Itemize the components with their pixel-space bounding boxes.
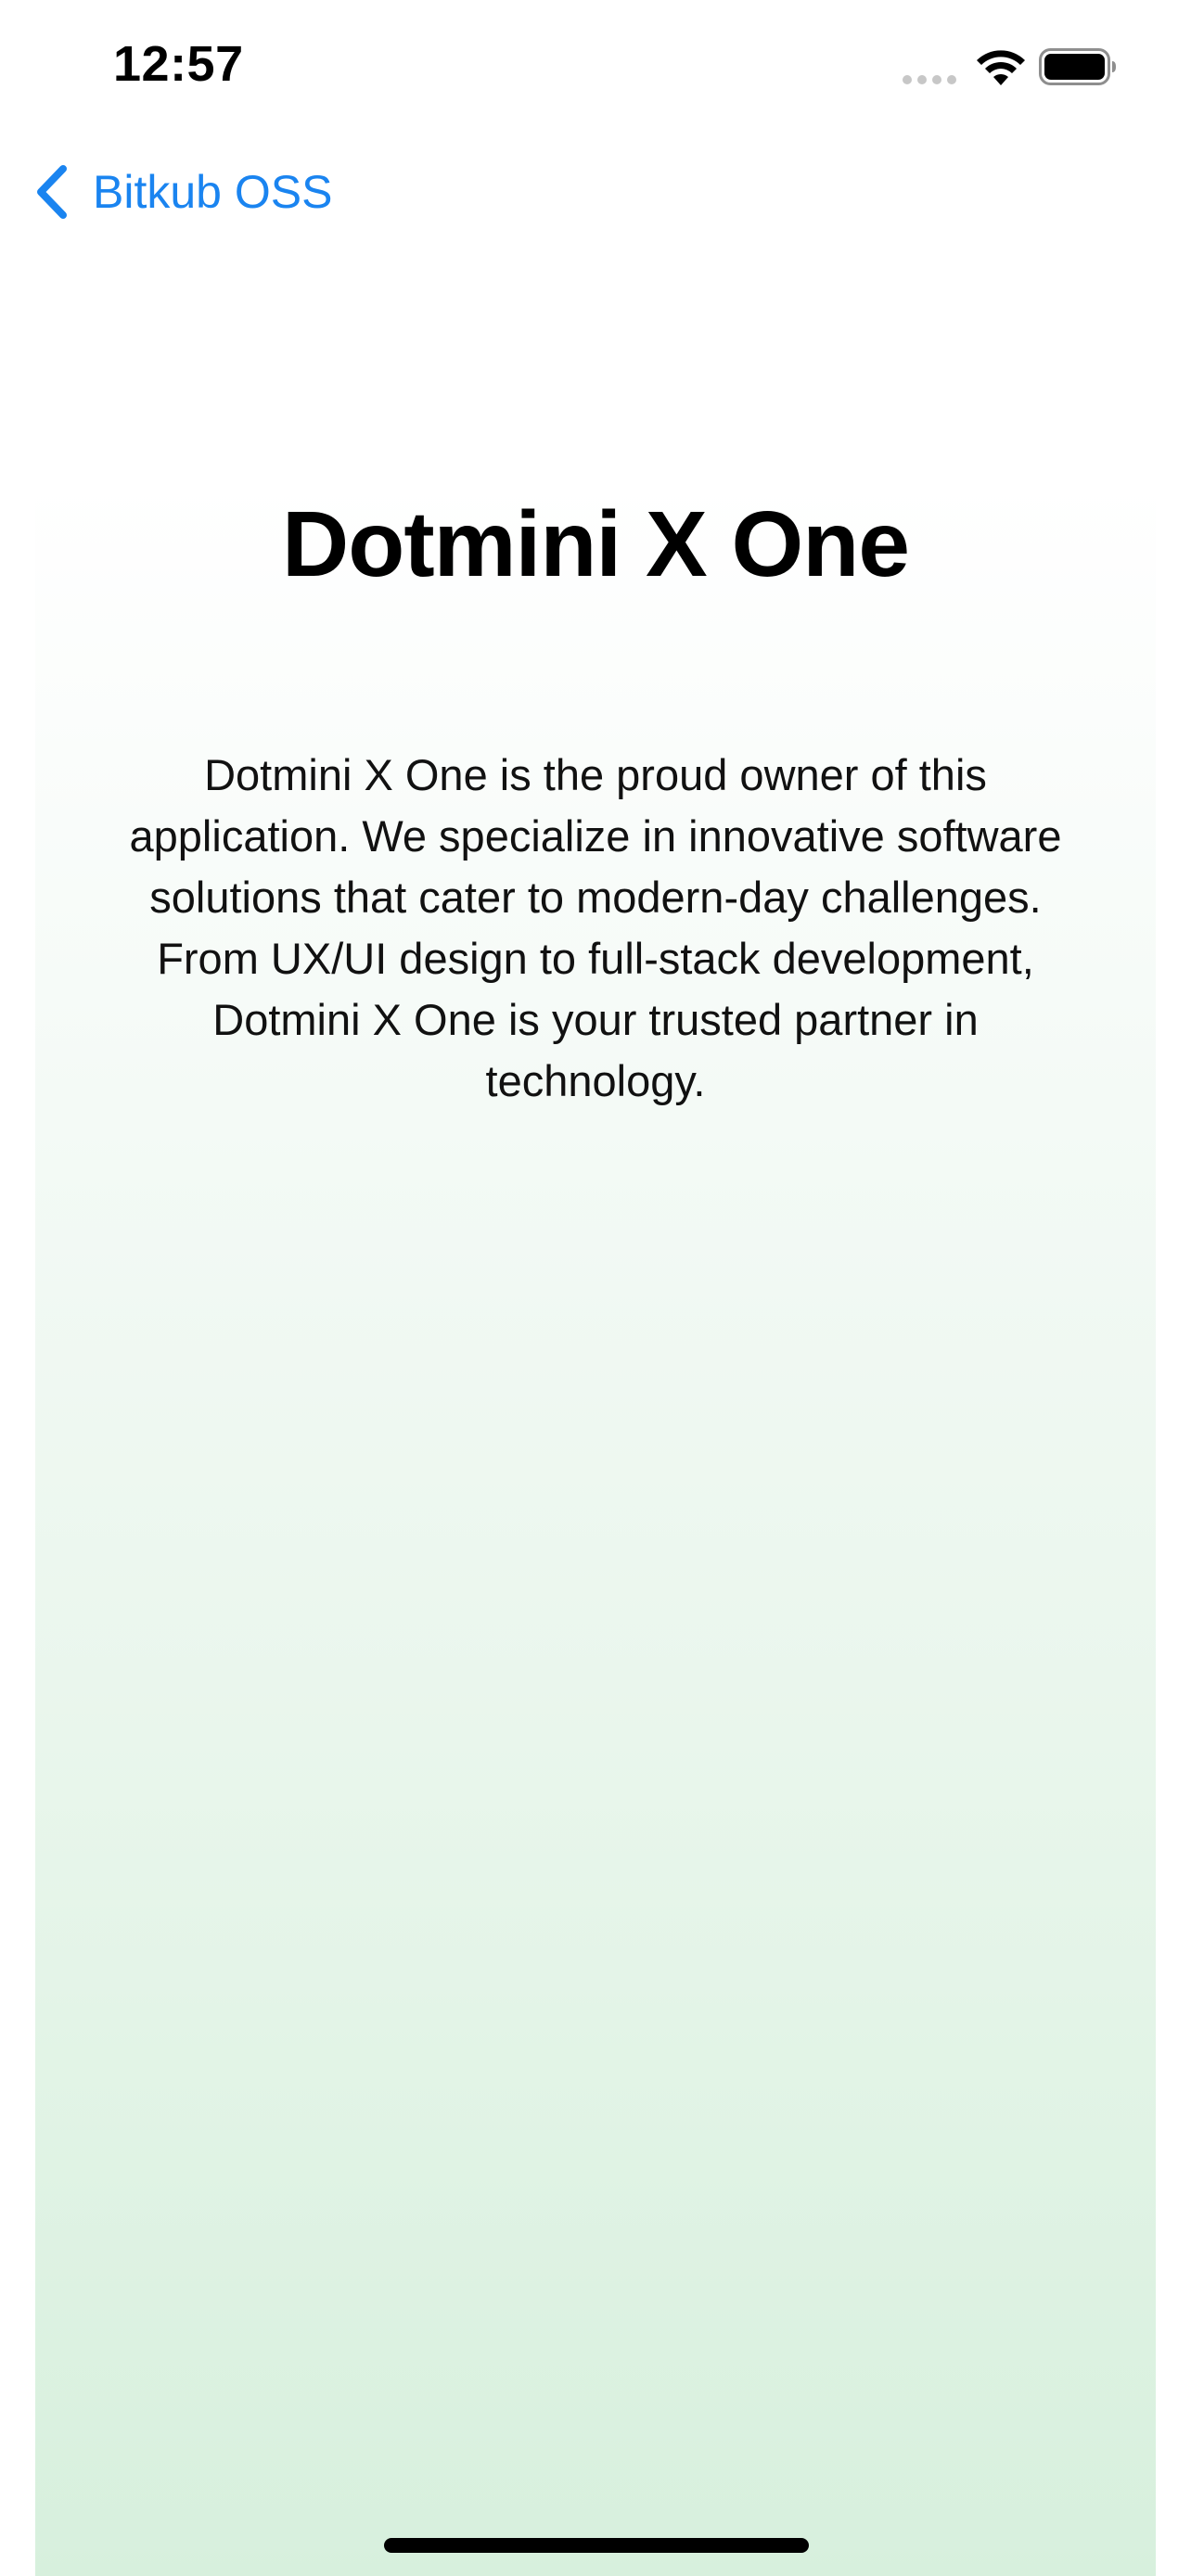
screen: 12:57 Bitkub OSS Dotmini X One Dotmini X… <box>0 0 1191 2576</box>
page-title: Dotmini X One <box>282 492 910 596</box>
content-panel: Dotmini X One Dotmini X One is the proud… <box>35 482 1156 2576</box>
status-bar: 12:57 <box>0 0 1191 130</box>
description-text: Dotmini X One is the proud owner of this… <box>129 750 1062 1105</box>
wifi-icon <box>977 50 1025 85</box>
home-indicator[interactable] <box>384 2538 809 2553</box>
back-button[interactable]: Bitkub OSS <box>33 159 332 224</box>
chevron-left-icon <box>37 165 67 219</box>
status-time: 12:57 <box>113 36 244 92</box>
battery-icon <box>1039 48 1116 85</box>
back-button-label: Bitkub OSS <box>93 166 333 218</box>
cellular-signal-icon <box>903 75 956 84</box>
